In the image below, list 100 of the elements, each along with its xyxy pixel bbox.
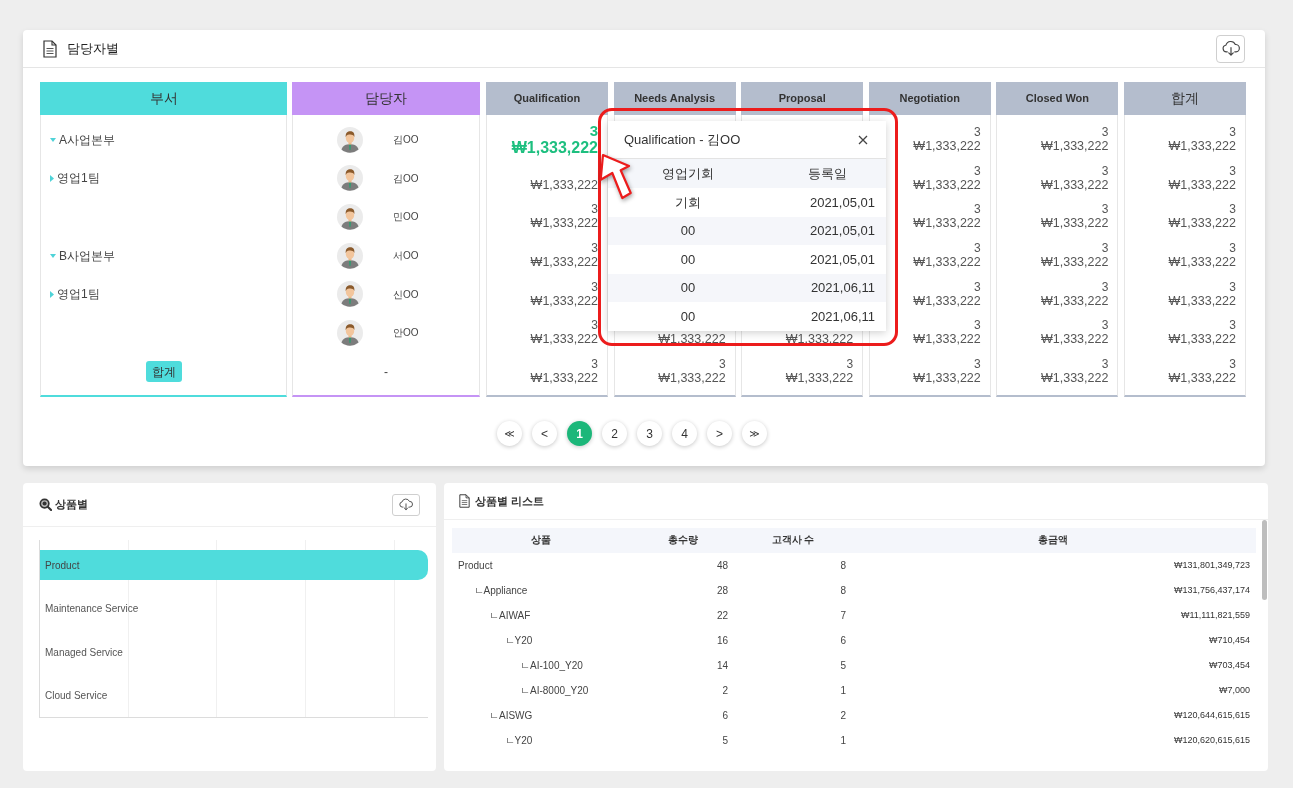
column-header: 등록일 [768,159,886,188]
caret-down-icon[interactable] [50,137,56,142]
table-cell-text: 8 [839,584,847,598]
category-item[interactable]: Maintenance Service [45,593,139,624]
table-cell-text: ㄴAIWAF [488,609,532,623]
owner-name: 김OO [393,133,419,148]
page-button[interactable]: 3 [637,421,662,446]
avatar-icon [337,281,363,308]
scrollbar-thumb[interactable] [1262,520,1267,600]
table-cell: 00 [608,273,768,303]
deal-count: 3 [1101,280,1109,294]
table-cell: ₩131,801,349,723 [850,553,1256,578]
download-button[interactable] [392,493,420,516]
deal-amount: ₩1,333,222 [1040,139,1109,154]
category-item[interactable]: Cloud Service [45,680,108,711]
column-header: Negotiation [868,82,991,115]
deal-amount: ₩1,333,222 [1040,255,1109,270]
table-cell-text: ₩131,756,437,174 [1172,583,1251,597]
avatar-icon [337,203,363,230]
table-cell-text: ㄴY20 [503,734,534,748]
deal-amount: ₩1,333,222 [785,371,854,386]
deal-count: 3 [1101,164,1109,178]
department-label[interactable]: A사업본부 [59,130,115,149]
cloud-download-icon [398,498,414,511]
department-label[interactable]: B사업본부 [59,246,115,265]
column-header: 총수량 [630,528,736,553]
page-button[interactable]: 2 [602,421,627,446]
deal-amount: ₩1,333,222 [658,371,726,386]
magnifier-icon [39,498,52,511]
caret-right-icon[interactable] [50,174,54,182]
deal-amount: ₩1,333,222 [530,293,598,308]
deal-count: 3 [591,358,598,372]
owner-name: 민OO [393,210,419,225]
category-item[interactable]: Managed Service [45,637,123,668]
avatar-icon [337,126,363,153]
previous-page-button[interactable]: < [532,421,557,446]
table-cell: 48 [630,553,736,578]
popup-title: Qualification - 김OO [624,130,741,149]
column-header: 총금액 [850,528,1256,553]
deal-count: 3 [974,280,981,294]
table-cell-text: 6 [839,634,847,648]
deal-count: 3 [846,358,854,372]
deal-amount: ₩1,333,222 [1040,177,1109,192]
caret-down-icon[interactable] [50,253,56,258]
avatar-icon [337,165,363,192]
deal-count: 3 [1101,203,1109,217]
department-label[interactable]: 영업1팀 [57,169,100,188]
table-cell-text: 1 [839,684,847,698]
download-button[interactable] [1216,34,1245,63]
deal-amount: ₩1,333,222 [913,216,981,231]
deal-amount: ₩1,333,222 [511,139,598,158]
deal-count: 3 [974,242,981,256]
deal-amount: ₩1,333,222 [1168,139,1236,154]
deal-amount: ₩1,333,222 [530,216,598,231]
table-cell: 2021,05,01 [768,216,886,246]
table-cell-text: ㄴAI-100_Y20 [519,659,584,673]
table-cell-text: 2 [839,709,847,723]
owner-name: 신OO [393,287,419,302]
category-item[interactable]: Product [40,550,428,581]
column-header: 합계 [1123,82,1246,115]
deal-count: 3 [974,319,981,333]
table-cell-text: 22 [715,609,729,623]
deal-count: 3 [591,242,598,256]
column-header: 부서 [40,82,287,115]
deal-count: 3 [974,203,981,217]
department-label[interactable]: 영업1팀 [57,285,100,304]
deal-count: 3 [591,203,598,217]
deal-count: 3 [589,122,598,140]
next-page-button[interactable]: > [707,421,732,446]
table-cell-text: 7 [839,609,847,623]
total-value: - [384,363,388,381]
column-header: 담당자 [292,82,480,115]
column-header: 고객사 수 [736,528,850,553]
table-cell: Product [452,553,630,578]
table-cell: 8 [736,553,850,578]
deal-amount: ₩1,333,222 [1168,216,1236,231]
first-page-button[interactable]: ≪ [497,421,522,446]
deal-count: 3 [1229,203,1236,217]
deal-count: 3 [591,280,598,294]
deal-amount: ₩1,333,222 [1040,216,1109,231]
close-button[interactable] [858,134,868,145]
deal-amount: ₩1,333,222 [530,255,598,270]
deal-count: 3 [1101,126,1109,140]
page-button[interactable]: 4 [672,421,697,446]
deal-amount: ₩1,333,222 [1040,332,1109,347]
owner-name: 서OO [393,249,419,264]
deal-count: 3 [1229,164,1236,178]
table-cell-text: ㄴAppliance [472,584,529,598]
deal-amount: ₩1,333,222 [913,255,981,270]
deal-count: 3 [1229,126,1236,140]
deal-amount: ₩1,333,222 [530,371,598,386]
table-cell-text: 2 [721,684,729,698]
table-cell: 2021,06,11 [768,302,886,331]
table-cell-text: 14 [715,659,729,673]
table-cell-text: ₩120,620,615,615 [1172,733,1251,747]
caret-right-icon[interactable] [50,290,54,298]
deal-amount: ₩1,333,222 [530,177,598,192]
deal-amount: ₩1,333,222 [913,293,981,308]
last-page-button[interactable]: ≫ [742,421,767,446]
deal-amount: ₩1,333,222 [1168,332,1236,347]
